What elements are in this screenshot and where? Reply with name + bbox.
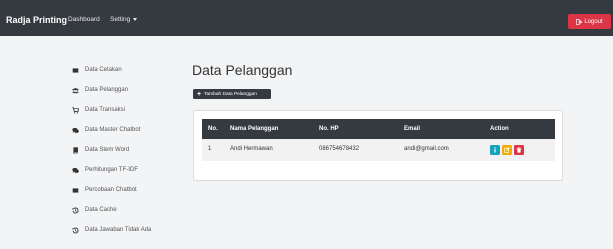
shopping-cart-icon — [72, 106, 79, 114]
comments-icon — [72, 167, 79, 174]
cell-email: andi@gmail.com — [404, 146, 449, 152]
caret-down-icon — [133, 17, 138, 21]
edit-button[interactable] — [502, 145, 512, 155]
info-button[interactable] — [490, 145, 500, 155]
nav-setting-dropdown[interactable]: Setting — [110, 16, 138, 23]
history-icon — [72, 207, 79, 214]
sidebar-item-perhitungan-tf-idf[interactable]: Perhitungan TF-IDF — [72, 164, 177, 176]
sidebar-item-label: Data Master Chatbot — [85, 127, 141, 133]
table-row: 1 Andi Hermawan 086754678432 andi@gmail.… — [202, 139, 555, 161]
sidebar-item-label: Data Pelanggan — [85, 87, 129, 93]
nav-dashboard-link[interactable]: Dashboard — [68, 16, 100, 23]
edit-icon — [504, 147, 510, 153]
sidebar-item-label: Data Transaksi — [85, 107, 126, 113]
square-icon — [72, 187, 79, 194]
customer-table-card: No. Nama Pelanggan No. HP Email Action 1… — [193, 110, 563, 181]
delete-button[interactable] — [514, 145, 524, 155]
sidebar-item-data-cetakan[interactable]: Data Cetakan — [72, 64, 177, 76]
sidebar-item-label: Data Stem Word — [85, 147, 130, 153]
cell-no: 1 — [208, 146, 212, 152]
table-header: No. Nama Pelanggan No. HP Email Action — [202, 119, 555, 139]
column-header-email: Email — [404, 126, 421, 132]
top-navbar: Radja Printing Dashboard Setting Logout — [0, 0, 613, 36]
page-title: Data Pelanggan — [192, 62, 293, 78]
comments-icon — [72, 127, 79, 134]
nav-setting-label: Setting — [110, 16, 131, 23]
info-icon — [494, 147, 496, 153]
cell-phone: 086754678432 — [319, 146, 360, 152]
square-icon — [72, 67, 79, 74]
sidebar-item-label: Data Cache — [85, 207, 117, 213]
history-icon — [72, 227, 79, 234]
trash-icon — [516, 147, 522, 153]
sidebar-item-data-jawaban-tidak-ada[interactable]: Data Jawaban Tidak Ada — [72, 224, 177, 236]
column-header-no: No. — [208, 126, 218, 132]
sidebar-item-data-stem-word[interactable]: Data Stem Word — [72, 144, 177, 156]
sidebar-item-label: Data Jawaban Tidak Ada — [85, 227, 152, 233]
sidebar-item-data-cache[interactable]: Data Cache — [72, 204, 177, 216]
sign-out-icon — [576, 18, 583, 25]
sidebar-item-data-pelanggan[interactable]: Data Pelanggan — [72, 84, 177, 96]
cell-name: Andi Hermawan — [230, 146, 273, 152]
sidebar-item-percobaan-chatbot[interactable]: Percobaan Chatbot — [72, 184, 177, 196]
column-header-name: Nama Pelanggan — [230, 126, 279, 132]
plus-icon: + — [197, 90, 202, 98]
sidebar-item-data-transaksi[interactable]: Data Transaksi — [72, 104, 177, 116]
sidebar-item-label: Perhitungan TF-IDF — [85, 167, 138, 173]
add-customer-button[interactable]: + Tambah Data Pelanggan — [193, 89, 271, 99]
add-customer-label: Tambah Data Pelanggan — [204, 91, 257, 97]
sidebar-item-label: Percobaan Chatbot — [85, 187, 137, 193]
users-icon — [72, 87, 79, 94]
logout-label: Logout — [584, 18, 603, 25]
logout-button[interactable]: Logout — [568, 14, 611, 29]
brand-title[interactable]: Radja Printing — [6, 15, 67, 25]
sidebar-item-label: Data Cetakan — [85, 67, 122, 73]
column-header-action: Action — [490, 126, 509, 132]
sidebar-item-data-master-chatbot[interactable]: Data Master Chatbot — [72, 124, 177, 136]
column-header-phone: No. HP — [319, 126, 339, 132]
book-icon — [72, 146, 79, 154]
